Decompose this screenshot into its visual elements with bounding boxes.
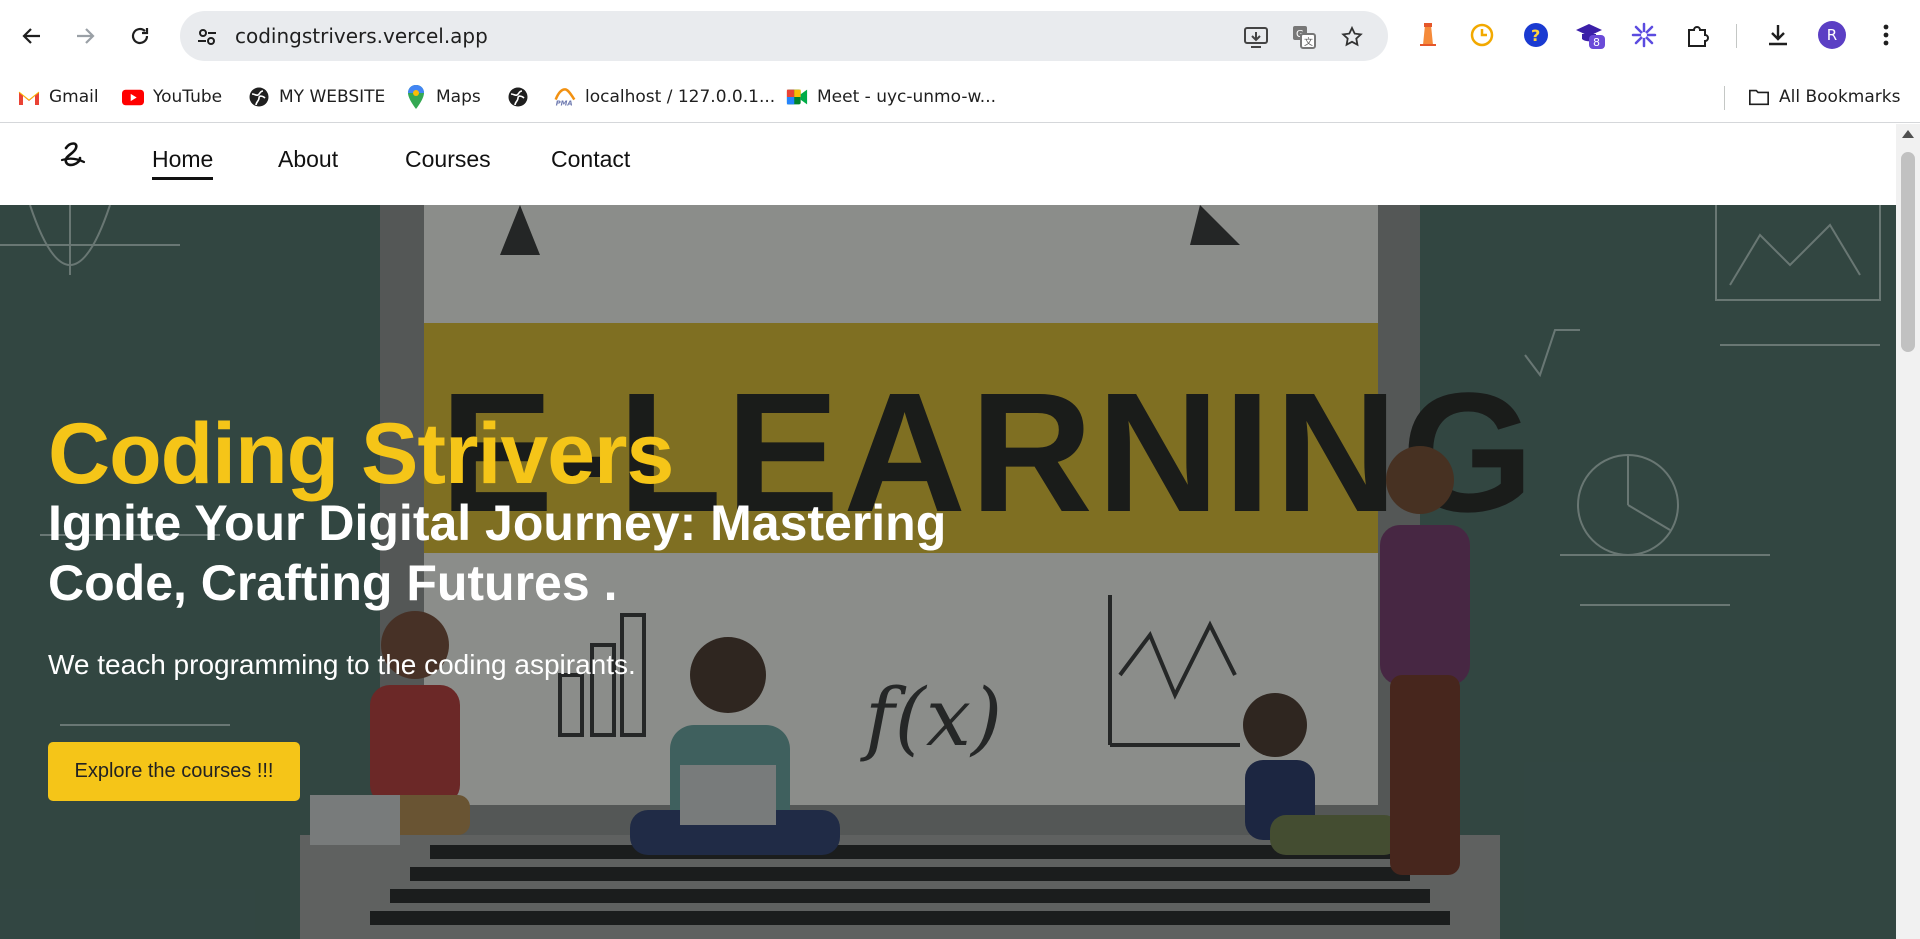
site-info-icon[interactable] (194, 24, 220, 50)
extensions-puzzle-icon[interactable] (1682, 19, 1714, 51)
phpmyadmin-icon: PMA (554, 86, 576, 108)
hero-subtitle: Ignite Your Digital Journey: Mastering C… (48, 495, 947, 611)
downloads-icon[interactable] (1762, 19, 1794, 51)
bookmark-localhost[interactable]: PMA localhost / 127.0.0.1... (554, 83, 775, 111)
explore-courses-button[interactable]: Explore the courses !!! (48, 742, 300, 801)
extension-graduation-icon[interactable]: 8 (1574, 19, 1606, 51)
youtube-icon (122, 86, 144, 108)
address-bar[interactable]: codingstrivers.vercel.app G文 (180, 11, 1388, 61)
profile-initial: R (1818, 21, 1846, 49)
web-page: Home About Courses Contact E-LEARNING f(… (0, 124, 1896, 939)
all-bookmarks-label: All Bookmarks (1779, 87, 1901, 107)
profile-avatar[interactable]: R (1816, 19, 1848, 51)
forward-button[interactable] (67, 18, 103, 54)
gmail-icon (18, 86, 40, 108)
toolbar-divider (1736, 24, 1737, 48)
nav-contact[interactable]: Contact (551, 146, 630, 173)
bookmark-label: MY WEBSITE (279, 87, 386, 107)
reload-icon (131, 27, 149, 45)
back-arrow-icon (22, 28, 40, 44)
site-logo-icon[interactable] (58, 138, 88, 178)
scroll-up-arrow-icon[interactable] (1902, 130, 1914, 138)
browser-toolbar: codingstrivers.vercel.app G文 ? 8 R (0, 0, 1920, 73)
reload-button[interactable] (122, 18, 158, 54)
nav-home[interactable]: Home (152, 146, 214, 180)
bookmarks-bar: Gmail YouTube MY WEBSITE Maps PMA localh… (0, 73, 1920, 123)
bookmark-globe[interactable] (507, 83, 529, 111)
menu-kebab-icon[interactable] (1870, 19, 1902, 51)
bookmark-label: Maps (436, 87, 481, 107)
forward-arrow-icon (77, 28, 95, 44)
site-navbar: Home About Courses Contact (0, 124, 1896, 205)
install-app-icon[interactable] (1243, 24, 1269, 50)
extension-timer-icon[interactable] (1466, 19, 1498, 51)
bookmark-my-website[interactable]: MY WEBSITE (248, 83, 385, 111)
translate-icon[interactable]: G文 (1291, 24, 1317, 50)
bookmark-label: Gmail (49, 87, 99, 107)
all-bookmarks-button[interactable]: All Bookmarks (1748, 83, 1900, 111)
bookmark-youtube[interactable]: YouTube (122, 83, 222, 111)
hero-title: Coding Strivers (48, 406, 674, 502)
back-button[interactable] (14, 18, 50, 54)
page-scrollbar[interactable] (1896, 124, 1920, 939)
bookmark-meet[interactable]: Meet - uyc-unmo-w... (786, 83, 996, 111)
bookmark-maps[interactable]: Maps (405, 83, 481, 111)
url-text[interactable]: codingstrivers.vercel.app (235, 24, 488, 48)
hero-description: We teach programming to the coding aspir… (48, 649, 636, 680)
bookmarks-divider (1724, 86, 1725, 110)
hero-section: E-LEARNING f(x) Coding Strivers Ignite Y… (0, 205, 1896, 939)
meet-icon (786, 86, 808, 108)
extension-badge: 8 (1593, 36, 1600, 49)
bookmark-label: YouTube (153, 87, 223, 107)
bookmark-label: Meet - uyc-unmo-w... (817, 87, 997, 107)
nav-courses[interactable]: Courses (405, 146, 491, 173)
globe-icon (248, 86, 270, 108)
extension-lighthouse-icon[interactable] (1412, 19, 1444, 51)
nav-about[interactable]: About (278, 146, 338, 173)
svg-text:文: 文 (1304, 36, 1313, 48)
bookmark-gmail[interactable]: Gmail (18, 83, 99, 111)
extension-help-icon[interactable]: ? (1520, 19, 1552, 51)
bookmark-star-icon[interactable] (1339, 24, 1365, 50)
extension-sparkle-icon[interactable] (1628, 19, 1660, 51)
folder-icon (1748, 86, 1770, 108)
globe-icon (507, 86, 529, 108)
bookmark-label: localhost / 127.0.0.1... (585, 87, 776, 107)
svg-text:PMA: PMA (556, 99, 573, 107)
scroll-thumb[interactable] (1901, 152, 1915, 352)
maps-icon (405, 85, 427, 109)
svg-text:?: ? (1531, 26, 1540, 45)
